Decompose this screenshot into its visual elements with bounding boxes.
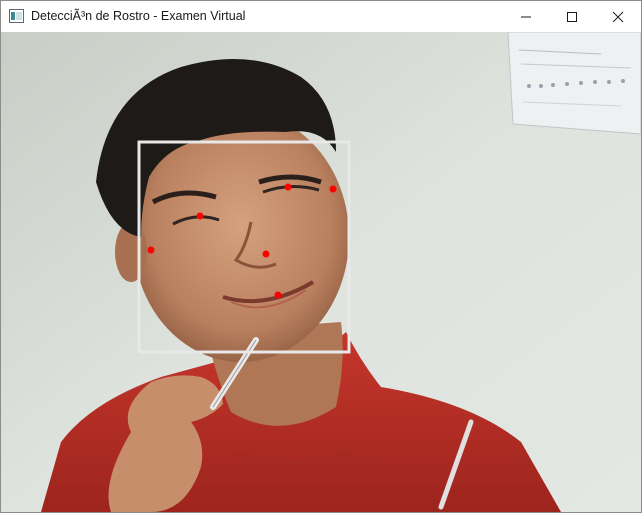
- camera-frame: [1, 32, 641, 512]
- minimize-button[interactable]: [503, 1, 549, 32]
- app-window: DetecciÃ³n de Rostro - Examen Virtual: [0, 0, 642, 513]
- landmark-nose: [262, 250, 270, 258]
- landmark-mouth: [274, 291, 282, 299]
- landmark-left-face: [147, 246, 155, 254]
- maximize-button[interactable]: [549, 1, 595, 32]
- landmark-right-eye-outer: [329, 185, 337, 193]
- maximize-icon: [567, 11, 577, 22]
- title-bar[interactable]: DetecciÃ³n de Rostro - Examen Virtual: [1, 1, 641, 32]
- app-icon: [9, 9, 24, 23]
- close-button[interactable]: [595, 1, 641, 32]
- close-icon: [612, 11, 624, 22]
- wall-paper: [507, 32, 641, 135]
- landmark-left-eye: [196, 212, 204, 220]
- window-title: DetecciÃ³n de Rostro - Examen Virtual: [31, 9, 246, 23]
- minimize-icon: [521, 16, 531, 17]
- camera-feed: [1, 32, 641, 512]
- landmark-right-eye: [284, 183, 292, 191]
